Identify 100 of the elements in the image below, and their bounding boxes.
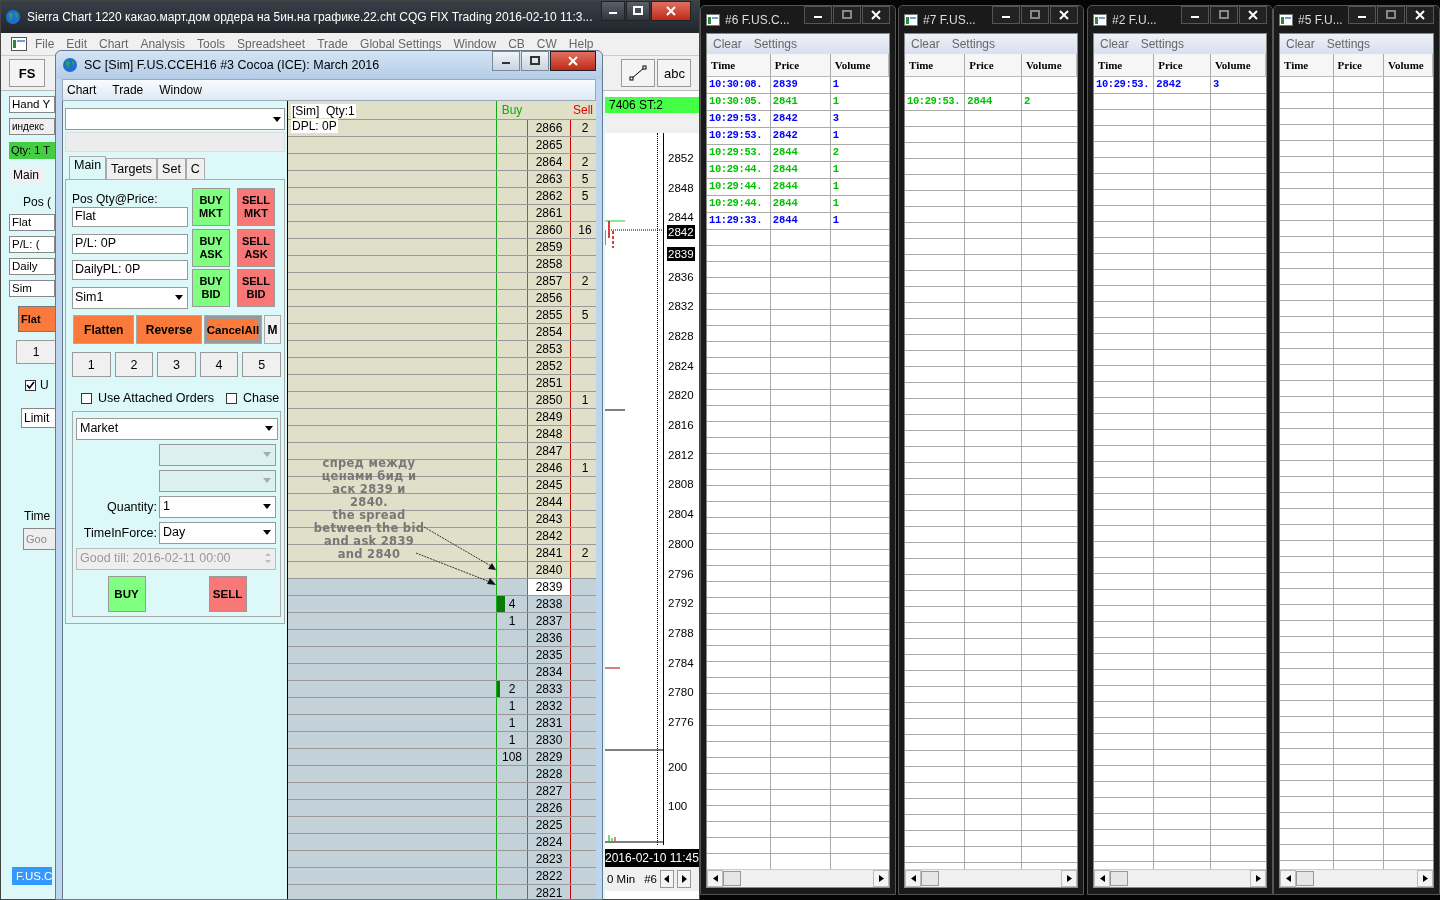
bid-size[interactable]: 1 bbox=[508, 716, 516, 730]
bid-size[interactable]: 2 bbox=[508, 682, 516, 696]
flat-button[interactable]: Flat bbox=[18, 306, 56, 332]
order-button[interactable]: SELL ASK bbox=[237, 228, 275, 267]
symbol-field[interactable]: индекс bbox=[9, 118, 55, 135]
order-button[interactable]: BUY MKT bbox=[192, 188, 230, 226]
menu-item[interactable]: Settings bbox=[1326, 37, 1371, 51]
maximize-button[interactable] bbox=[521, 51, 549, 71]
order-button[interactable]: SELL MKT bbox=[237, 188, 275, 226]
price-cell[interactable]: 2839 bbox=[527, 579, 571, 595]
menu-item[interactable]: CB bbox=[508, 37, 533, 51]
tab[interactable]: Set bbox=[157, 158, 186, 179]
ask-size[interactable]: 2 bbox=[581, 274, 589, 288]
close-button[interactable] bbox=[651, 1, 691, 21]
order-type-field[interactable]: Limit bbox=[21, 408, 57, 428]
time-in-force-dropdown[interactable]: Day bbox=[159, 522, 276, 544]
close-button[interactable] bbox=[1239, 6, 1267, 24]
checkbox[interactable] bbox=[226, 392, 238, 404]
order-type-dropdown[interactable]: Market bbox=[76, 418, 278, 440]
scroll-thumb[interactable] bbox=[723, 871, 741, 886]
ask-size[interactable]: 1 bbox=[581, 393, 589, 407]
bid-size[interactable]: 4 bbox=[508, 597, 516, 611]
bid-size[interactable]: 108 bbox=[502, 750, 522, 764]
quantity-preset-button[interactable]: 3 bbox=[157, 352, 196, 377]
close-button[interactable] bbox=[1406, 6, 1434, 24]
menu-item[interactable]: Edit bbox=[66, 37, 96, 51]
close-button[interactable] bbox=[550, 51, 596, 71]
tab[interactable]: Main bbox=[69, 156, 107, 179]
order-button[interactable]: BUY ASK bbox=[192, 228, 230, 267]
price-cell[interactable]: 2821 bbox=[527, 885, 571, 899]
minimize-button[interactable] bbox=[492, 51, 520, 71]
minimize-button[interactable] bbox=[992, 6, 1020, 24]
ask-size[interactable]: 5 bbox=[581, 172, 589, 186]
buy-button[interactable]: BUY bbox=[107, 576, 146, 612]
symbol-dropdown[interactable] bbox=[65, 108, 285, 130]
order-button[interactable]: SELL BID bbox=[237, 269, 275, 308]
scroll-thumb[interactable] bbox=[921, 871, 939, 886]
scroll-thumb[interactable] bbox=[1110, 871, 1128, 886]
minimize-button[interactable] bbox=[1348, 6, 1376, 24]
line-tool-button[interactable] bbox=[621, 59, 655, 87]
bid-size[interactable]: 1 bbox=[508, 699, 516, 713]
ask-size[interactable]: 1 bbox=[581, 461, 589, 475]
quantity-preset-button[interactable]: 4 bbox=[199, 352, 239, 377]
menu-item[interactable]: Help bbox=[568, 37, 602, 51]
menu-item[interactable]: Window bbox=[159, 83, 210, 97]
menu-item[interactable]: Trade bbox=[317, 37, 357, 51]
ask-size[interactable]: 2 bbox=[581, 121, 589, 135]
bid-size[interactable]: 1 bbox=[508, 733, 516, 747]
account-field[interactable]: Hand Y bbox=[9, 96, 55, 113]
menu-item[interactable]: Global Settings bbox=[360, 37, 450, 51]
menu-item[interactable]: Spreadsheet bbox=[237, 37, 314, 51]
quantity-preset-button[interactable]: 5 bbox=[242, 352, 281, 377]
menu-item[interactable]: Settings bbox=[753, 37, 798, 51]
menu-item[interactable]: Chart bbox=[99, 37, 137, 51]
bid-size[interactable]: 1 bbox=[508, 614, 516, 628]
horizontal-scrollbar[interactable] bbox=[905, 869, 1077, 887]
action-button[interactable]: Reverse bbox=[136, 315, 202, 344]
menu-item[interactable]: Chart bbox=[67, 83, 105, 97]
close-button[interactable] bbox=[1050, 6, 1078, 24]
action-button[interactable]: Flatten bbox=[73, 315, 135, 344]
minimize-button[interactable] bbox=[1181, 6, 1209, 24]
ask-size[interactable]: 2 bbox=[581, 546, 589, 560]
sell-button[interactable]: SELL bbox=[208, 576, 247, 612]
menu-item[interactable]: Clear bbox=[713, 37, 742, 51]
minimize-button[interactable] bbox=[601, 1, 625, 21]
horizontal-scrollbar[interactable] bbox=[707, 869, 889, 887]
quantity-dropdown[interactable]: 1 bbox=[159, 496, 276, 518]
menu-item[interactable]: Settings bbox=[951, 37, 996, 51]
close-button[interactable] bbox=[862, 6, 890, 24]
account-dropdown[interactable]: Sim1 bbox=[72, 287, 188, 309]
ask-size[interactable]: 5 bbox=[581, 308, 589, 322]
maximize-button[interactable] bbox=[626, 1, 650, 21]
menu-item[interactable]: Clear bbox=[911, 37, 940, 51]
horizontal-scrollbar[interactable] bbox=[1094, 869, 1266, 887]
tab[interactable]: Targets bbox=[106, 158, 158, 179]
menu-item[interactable]: Tools bbox=[197, 37, 234, 51]
menu-item[interactable]: File bbox=[35, 37, 63, 51]
menu-item[interactable]: CW bbox=[536, 37, 565, 51]
scroll-right-button[interactable] bbox=[676, 870, 691, 888]
main-tab[interactable]: Main bbox=[9, 167, 43, 183]
minimize-button[interactable] bbox=[804, 6, 832, 24]
menu-item[interactable]: Analysis bbox=[140, 37, 194, 51]
checkbox[interactable] bbox=[25, 379, 36, 391]
ask-size[interactable]: 16 bbox=[578, 223, 592, 237]
text-tool-button[interactable]: abc bbox=[657, 59, 691, 87]
quantity-preset-button[interactable]: 1 bbox=[72, 352, 111, 377]
scroll-left-button[interactable] bbox=[659, 870, 674, 888]
menu-item[interactable]: Window bbox=[453, 37, 505, 51]
scroll-thumb[interactable] bbox=[1296, 871, 1314, 886]
quantity-preset-button[interactable]: 2 bbox=[114, 352, 154, 377]
checkbox[interactable] bbox=[81, 392, 92, 404]
order-button[interactable]: BUY BID bbox=[192, 269, 230, 308]
fs-button[interactable]: FS bbox=[9, 59, 45, 87]
quantity-button[interactable]: 1 bbox=[16, 340, 56, 364]
ask-size[interactable]: 2 bbox=[581, 155, 589, 169]
menu-item[interactable]: Settings bbox=[1140, 37, 1185, 51]
horizontal-scrollbar[interactable] bbox=[1280, 869, 1433, 887]
menu-item[interactable]: Clear bbox=[1100, 37, 1129, 51]
action-button[interactable]: M bbox=[263, 315, 281, 344]
action-button[interactable]: CancelAll bbox=[203, 315, 262, 344]
